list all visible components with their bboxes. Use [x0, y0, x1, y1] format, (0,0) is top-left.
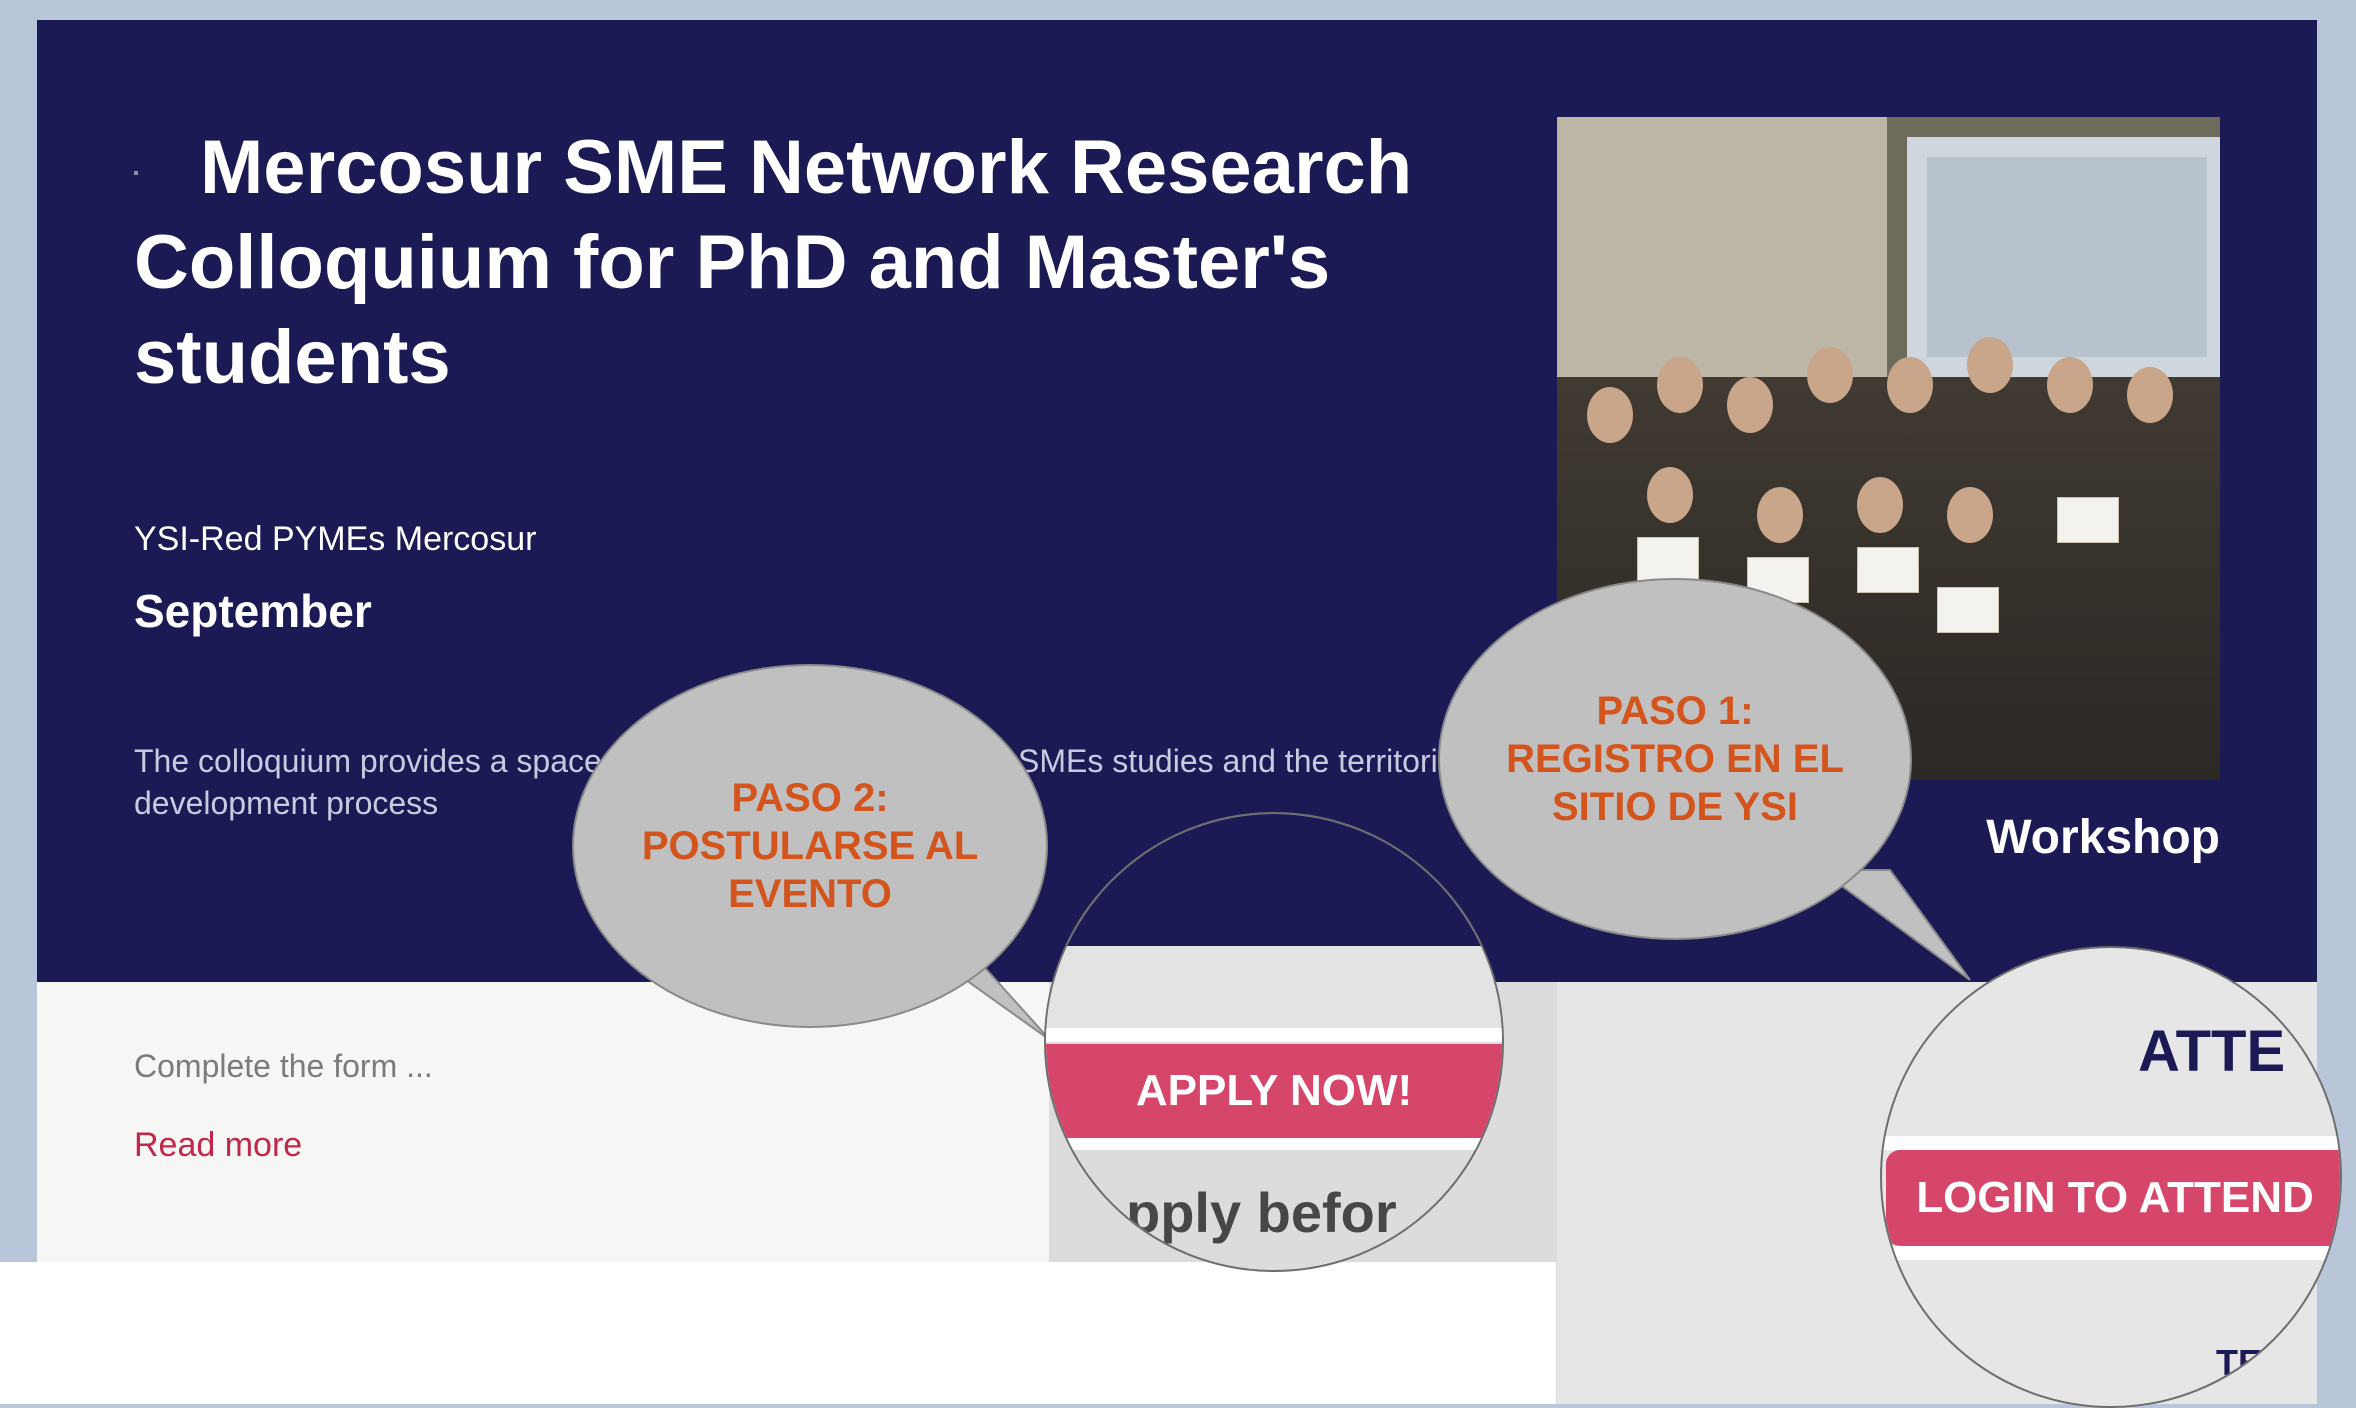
read-more-link[interactable]: Read more: [134, 1126, 302, 1165]
apply-now-label: APPLY NOW!: [1135, 1066, 1413, 1115]
form-summary: Complete the form ...: [134, 1048, 433, 1084]
event-title-text: Mercosur SME Network Research Colloquium…: [134, 125, 1413, 400]
login-to-attend-label: LOGIN TO ATTEND: [1916, 1173, 2314, 1222]
callout-step1: PASO 1: REGISTRO EN EL SITIO DE YSI: [1438, 578, 1912, 940]
event-title: Mercosur SME Network Research Colloquium…: [134, 120, 1514, 405]
login-to-attend-button[interactable]: LOGIN TO ATTEND: [1886, 1150, 2340, 1246]
photo-projection-screen: [1907, 137, 2220, 392]
event-organizer: YSI-Red PYMEs Mercosur: [134, 520, 537, 558]
attend-footer-fragment: TE: [2216, 1342, 2263, 1383]
zoom-apply-magnifier: APPLY NOW! pply befor: [1044, 812, 1504, 1272]
event-category: Workshop: [1986, 811, 2220, 864]
callout-step1-text: PASO 1: REGISTRO EN EL SITIO DE YSI: [1506, 689, 1844, 829]
apply-now-button[interactable]: APPLY NOW!: [1046, 1044, 1502, 1138]
attend-heading-fragment: ATTE: [2138, 1019, 2286, 1084]
callout-step2-text: PASO 2: POSTULARSE AL EVENTO: [641, 776, 979, 916]
blank-area: [0, 1262, 1556, 1404]
callout-step2: PASO 2: POSTULARSE AL EVENTO: [572, 664, 1048, 1028]
title-marker: [134, 170, 138, 175]
event-month: September: [134, 585, 372, 637]
apply-deadline-fragment: pply befor: [1126, 1181, 1397, 1244]
zoom-login-magnifier: ATTE LOGIN TO ATTEND TE: [1880, 946, 2342, 1408]
